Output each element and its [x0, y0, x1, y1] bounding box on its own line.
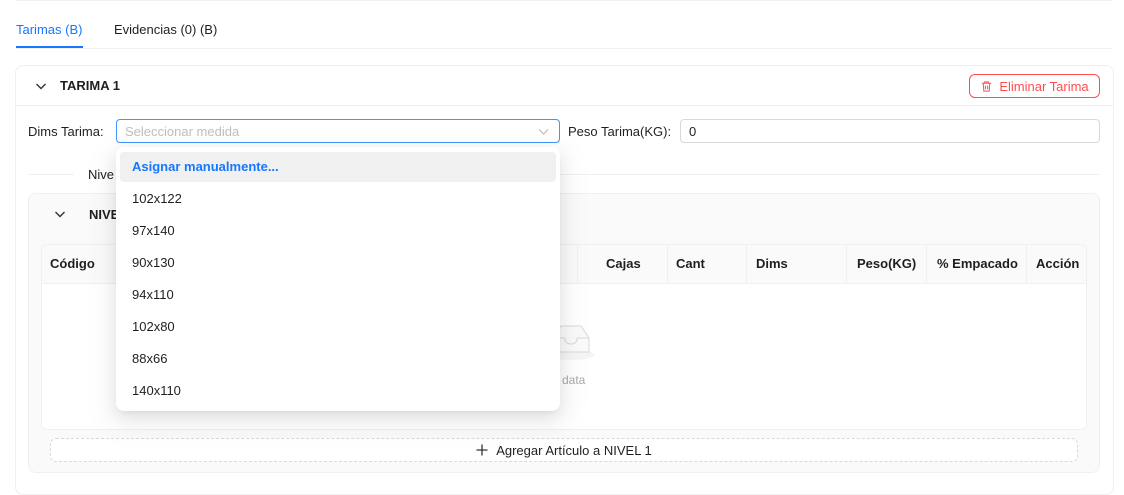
chevron-down-icon[interactable] — [54, 208, 66, 220]
dropdown-option[interactable]: 97x140 — [120, 216, 556, 246]
trash-icon — [980, 80, 993, 93]
peso-tarima-label: Peso Tarima(KG): — [568, 124, 672, 139]
column-header-accion: Acción — [1036, 256, 1080, 271]
column-separator — [1026, 245, 1027, 284]
tab-tarimas[interactable]: Tarimas (B) — [16, 22, 82, 37]
column-header-cajas: Cajas — [606, 256, 641, 271]
column-header-dims: Dims — [756, 256, 788, 271]
dropdown-option[interactable]: 94x110 — [120, 280, 556, 310]
peso-tarima-value: 0 — [689, 124, 697, 139]
tab-evidencias[interactable]: Evidencias (0) (B) — [114, 22, 217, 37]
empty-state-text: data — [562, 373, 586, 387]
add-article-button[interactable]: Agregar Artículo a NIVEL 1 — [50, 438, 1078, 462]
dims-tarima-label: Dims Tarima: — [28, 124, 104, 139]
dims-tarima-select[interactable]: Seleccionar medida — [116, 119, 560, 143]
dropdown-option-manual[interactable]: Asignar manualmente... — [120, 152, 556, 182]
dropdown-option[interactable]: 140x110 — [120, 376, 556, 406]
column-separator — [926, 245, 927, 284]
column-separator — [846, 245, 847, 284]
top-divider — [16, 0, 1112, 1]
chevron-down-icon — [538, 126, 549, 137]
dims-select-placeholder: Seleccionar medida — [125, 124, 240, 139]
nivel-divider-left — [28, 174, 74, 175]
dropdown-option[interactable]: 102x80 — [120, 312, 556, 342]
tabs-bar: Tarimas (B) Evidencias (0) (B) — [16, 12, 1112, 49]
delete-tarima-button[interactable]: Eliminar Tarima — [969, 74, 1100, 98]
column-header-cant: Cant — [676, 256, 705, 271]
delete-tarima-label: Eliminar Tarima — [999, 78, 1089, 94]
nivel-title: NIVE — [89, 207, 120, 222]
dropdown-option[interactable]: 90x130 — [120, 248, 556, 278]
tarima-title: TARIMA 1 — [60, 78, 120, 93]
column-header-empacado: % Empacado — [937, 256, 1018, 271]
column-separator — [667, 245, 668, 284]
dropdown-option[interactable]: 88x66 — [120, 344, 556, 374]
chevron-down-icon[interactable] — [35, 80, 47, 92]
plus-icon — [476, 444, 488, 456]
column-header-codigo: Código — [50, 256, 95, 271]
column-separator — [577, 245, 578, 284]
dropdown-option[interactable]: 102x122 — [120, 184, 556, 214]
column-separator — [746, 245, 747, 284]
peso-tarima-input[interactable]: 0 — [680, 119, 1100, 143]
add-article-label: Agregar Artículo a NIVEL 1 — [496, 442, 652, 458]
nivel-divider-text: Nive — [88, 167, 115, 182]
column-header-peso: Peso(KG) — [857, 256, 917, 271]
nivel-divider-right — [560, 174, 1100, 175]
tarima-card-header[interactable]: TARIMA 1 Eliminar Tarima — [16, 66, 1113, 106]
dims-dropdown-menu: Asignar manualmente... 102x122 97x140 90… — [116, 147, 560, 411]
active-tab-indicator — [16, 46, 83, 48]
